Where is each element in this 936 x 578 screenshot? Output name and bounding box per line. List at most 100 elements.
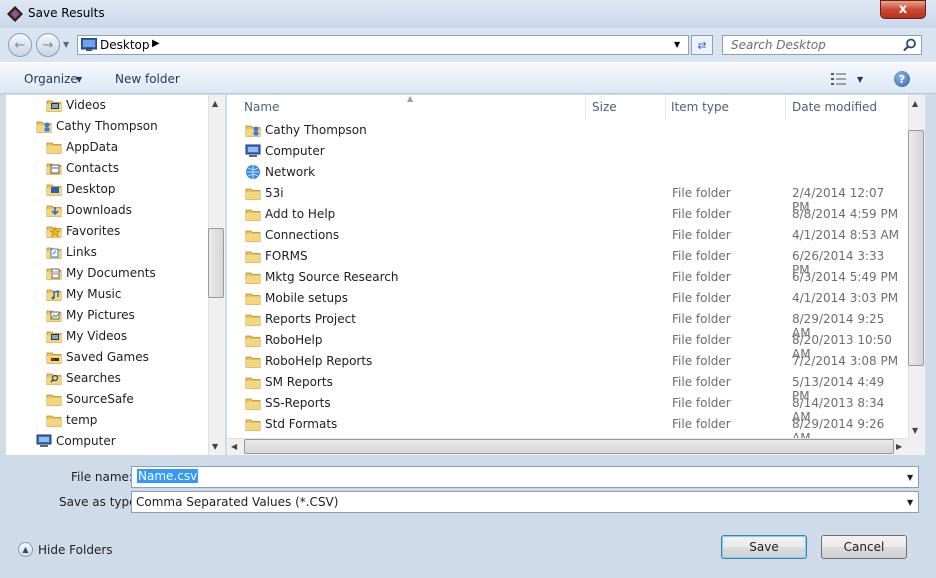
user-folder-icon: [36, 118, 52, 134]
cancel-button[interactable]: Cancel: [821, 535, 907, 559]
file-row[interactable]: Computer: [240, 141, 900, 162]
help-icon[interactable]: ?: [894, 71, 910, 87]
save-button[interactable]: Save: [721, 535, 807, 559]
nav-tree-item[interactable]: SourceSafe: [46, 389, 134, 409]
nav-tree-item-label: SourceSafe: [66, 392, 134, 406]
folder-icon: [46, 412, 62, 428]
refresh-button[interactable]: ⇄: [691, 35, 713, 55]
folder-icon: [245, 290, 261, 306]
folder-icon: [245, 332, 261, 348]
breadcrumb-chevron-icon[interactable]: ▶: [152, 38, 160, 49]
address-dropdown-icon[interactable]: ▼: [674, 40, 680, 49]
file-list-vertical-scroll-thumb[interactable]: [908, 130, 924, 366]
file-row[interactable]: SS-Reports File folder 8/14/2013 8:34 AM: [240, 393, 900, 424]
scroll-up-icon[interactable]: ▲: [212, 99, 218, 108]
file-row[interactable]: RoboHelp File folder 8/20/2013 10:50 AM: [240, 330, 900, 361]
desktop-icon: [81, 38, 97, 51]
nav-tree-item[interactable]: Downloads: [46, 200, 132, 220]
close-button[interactable]: x: [880, 0, 926, 19]
nav-tree-item[interactable]: Videos: [46, 95, 106, 115]
recent-locations-dropdown-icon[interactable]: ▼: [63, 40, 69, 49]
nav-tree-item[interactable]: My Documents: [46, 263, 156, 283]
column-divider[interactable]: [785, 95, 786, 119]
column-header-item-type[interactable]: Item type: [671, 100, 729, 114]
nav-tree-item[interactable]: Cathy Thompson: [36, 116, 158, 136]
file-type: File folder: [672, 228, 731, 242]
scroll-up-icon[interactable]: ▲: [912, 99, 918, 108]
scroll-down-icon[interactable]: ▼: [212, 442, 218, 451]
address-bar[interactable]: [77, 35, 689, 55]
file-row[interactable]: Mktg Source Research File folder 6/3/2014 …: [240, 267, 900, 288]
nav-tree-item-label: Computer: [56, 434, 116, 448]
file-name-field[interactable]: [131, 466, 919, 488]
nav-tree-item[interactable]: My Videos: [46, 326, 127, 346]
nav-tree-item-label: My Documents: [66, 266, 156, 280]
hide-folders-button[interactable]: Hide Folders: [38, 543, 113, 557]
address-crumb-desktop[interactable]: Desktop: [100, 38, 150, 52]
file-list-horizontal-scroll-thumb[interactable]: [244, 439, 894, 454]
save-as-type-dropdown-icon[interactable]: ▼: [907, 498, 913, 507]
file-row[interactable]: 53i File folder 2/4/2014 12:07 PM: [240, 183, 900, 214]
computer-icon: [245, 143, 261, 159]
file-name: 53i: [265, 186, 284, 200]
file-name: Connections: [265, 228, 340, 242]
close-icon: x: [898, 2, 908, 17]
nav-tree-item-label: AppData: [66, 140, 119, 154]
file-row[interactable]: Network: [240, 162, 900, 183]
file-row[interactable]: Reports Project File folder 8/29/2014 9:25…: [240, 309, 900, 340]
file-type: File folder: [672, 291, 731, 305]
search-icon[interactable]: [903, 38, 917, 52]
scroll-right-icon[interactable]: ▶: [896, 442, 902, 451]
nav-tree-item[interactable]: My Pictures: [46, 305, 135, 325]
nav-tree-item[interactable]: Computer: [36, 431, 116, 451]
nav-tree-item[interactable]: Desktop: [46, 179, 116, 199]
back-button[interactable]: ←: [8, 33, 32, 57]
file-row[interactable]: Std FormatsFile folder8/29/2014 9:26 AM: [240, 414, 900, 445]
nav-tree-item[interactable]: Contacts: [46, 158, 119, 178]
file-row[interactable]: RoboHelp Reports File folder 7/2/2014 3:08…: [240, 351, 900, 372]
nav-tree-item[interactable]: AppData: [46, 137, 118, 157]
nav-tree-item-label: Downloads: [66, 203, 132, 217]
file-name: RoboHelp Reports: [265, 354, 373, 368]
save-as-type-value[interactable]: Comma Separated Values (*.CSV): [136, 495, 338, 509]
file-type: File folder: [672, 249, 731, 263]
organize-button[interactable]: Organize: [24, 72, 78, 86]
nav-tree-item[interactable]: Saved Games: [46, 347, 149, 367]
nav-tree-item[interactable]: My Music: [46, 284, 121, 304]
column-header-date-modified[interactable]: Date modified: [792, 100, 877, 114]
file-row[interactable]: Add to Help File folder 8/8/2014 4:59 PM: [240, 204, 900, 225]
nav-tree-item[interactable]: Searches: [46, 368, 121, 388]
column-divider[interactable]: [665, 95, 666, 119]
new-folder-button[interactable]: New folder: [115, 72, 180, 86]
file-date-modified: 8/8/2014 4:59 PM: [792, 207, 899, 221]
desktop-folder-icon: [46, 181, 62, 197]
nav-tree-item[interactable]: temp: [46, 410, 97, 430]
nav-tree-item[interactable]: Favorites: [46, 221, 120, 241]
folder-icon: [245, 416, 261, 432]
organize-dropdown-icon[interactable]: ▼: [76, 75, 82, 84]
collapse-up-icon[interactable]: ▲: [18, 542, 33, 557]
forward-button[interactable]: →: [36, 33, 60, 57]
view-dropdown-icon[interactable]: ▼: [857, 75, 863, 84]
folder-icon: [245, 395, 261, 411]
navigation-pane-scroll-thumb[interactable]: [208, 228, 224, 298]
file-name-dropdown-icon[interactable]: ▼: [907, 473, 913, 482]
nav-tree-item-label: Videos: [66, 98, 106, 112]
column-header-name[interactable]: Name: [244, 100, 279, 114]
file-row[interactable]: Mobile setups File folder 4/1/2014 3:03 PM: [240, 288, 900, 309]
nav-tree-item-label: Saved Games: [66, 350, 149, 364]
scroll-left-icon[interactable]: ◀: [231, 442, 237, 451]
file-row[interactable]: Cathy Thompson: [240, 120, 900, 141]
file-row[interactable]: FORMS File folder 6/26/2014 3:33 PM: [240, 246, 900, 277]
file-row[interactable]: Connections File folder 4/1/2014 8:53 AM: [240, 225, 900, 246]
nav-tree-item[interactable]: Links: [46, 242, 97, 262]
file-row[interactable]: SM Reports File folder 5/13/2014 4:49 PM: [240, 372, 900, 403]
file-name-value[interactable]: Name.csv: [137, 469, 199, 483]
computer-icon: [36, 433, 52, 449]
save-as-type-label: Save as type:: [59, 495, 141, 509]
column-header-size[interactable]: Size: [592, 100, 617, 114]
folder-icon: [245, 374, 261, 390]
scroll-down-icon[interactable]: ▼: [912, 426, 918, 435]
view-options-icon[interactable]: [831, 72, 847, 86]
column-divider[interactable]: [585, 95, 586, 119]
